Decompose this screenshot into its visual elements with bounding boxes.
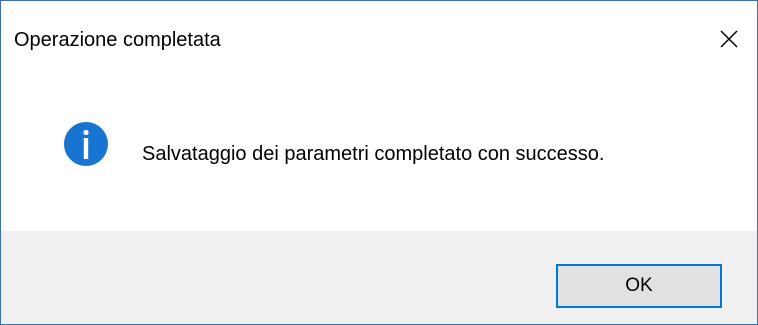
close-button[interactable] (701, 13, 757, 65)
ok-button-label: OK (560, 268, 718, 304)
dialog-title: Operazione completata (14, 29, 221, 51)
information-icon (64, 122, 108, 166)
ok-button[interactable]: OK (556, 264, 722, 308)
dialog-footer: OK (1, 231, 757, 324)
close-icon (720, 30, 738, 48)
title-bar: Operazione completata (1, 1, 757, 83)
dialog-message: Salvataggio dei parametri completato con… (142, 143, 605, 165)
message-dialog: Operazione completata Salvataggio dei pa… (0, 0, 758, 325)
dialog-content: Salvataggio dei parametri completato con… (1, 83, 757, 231)
